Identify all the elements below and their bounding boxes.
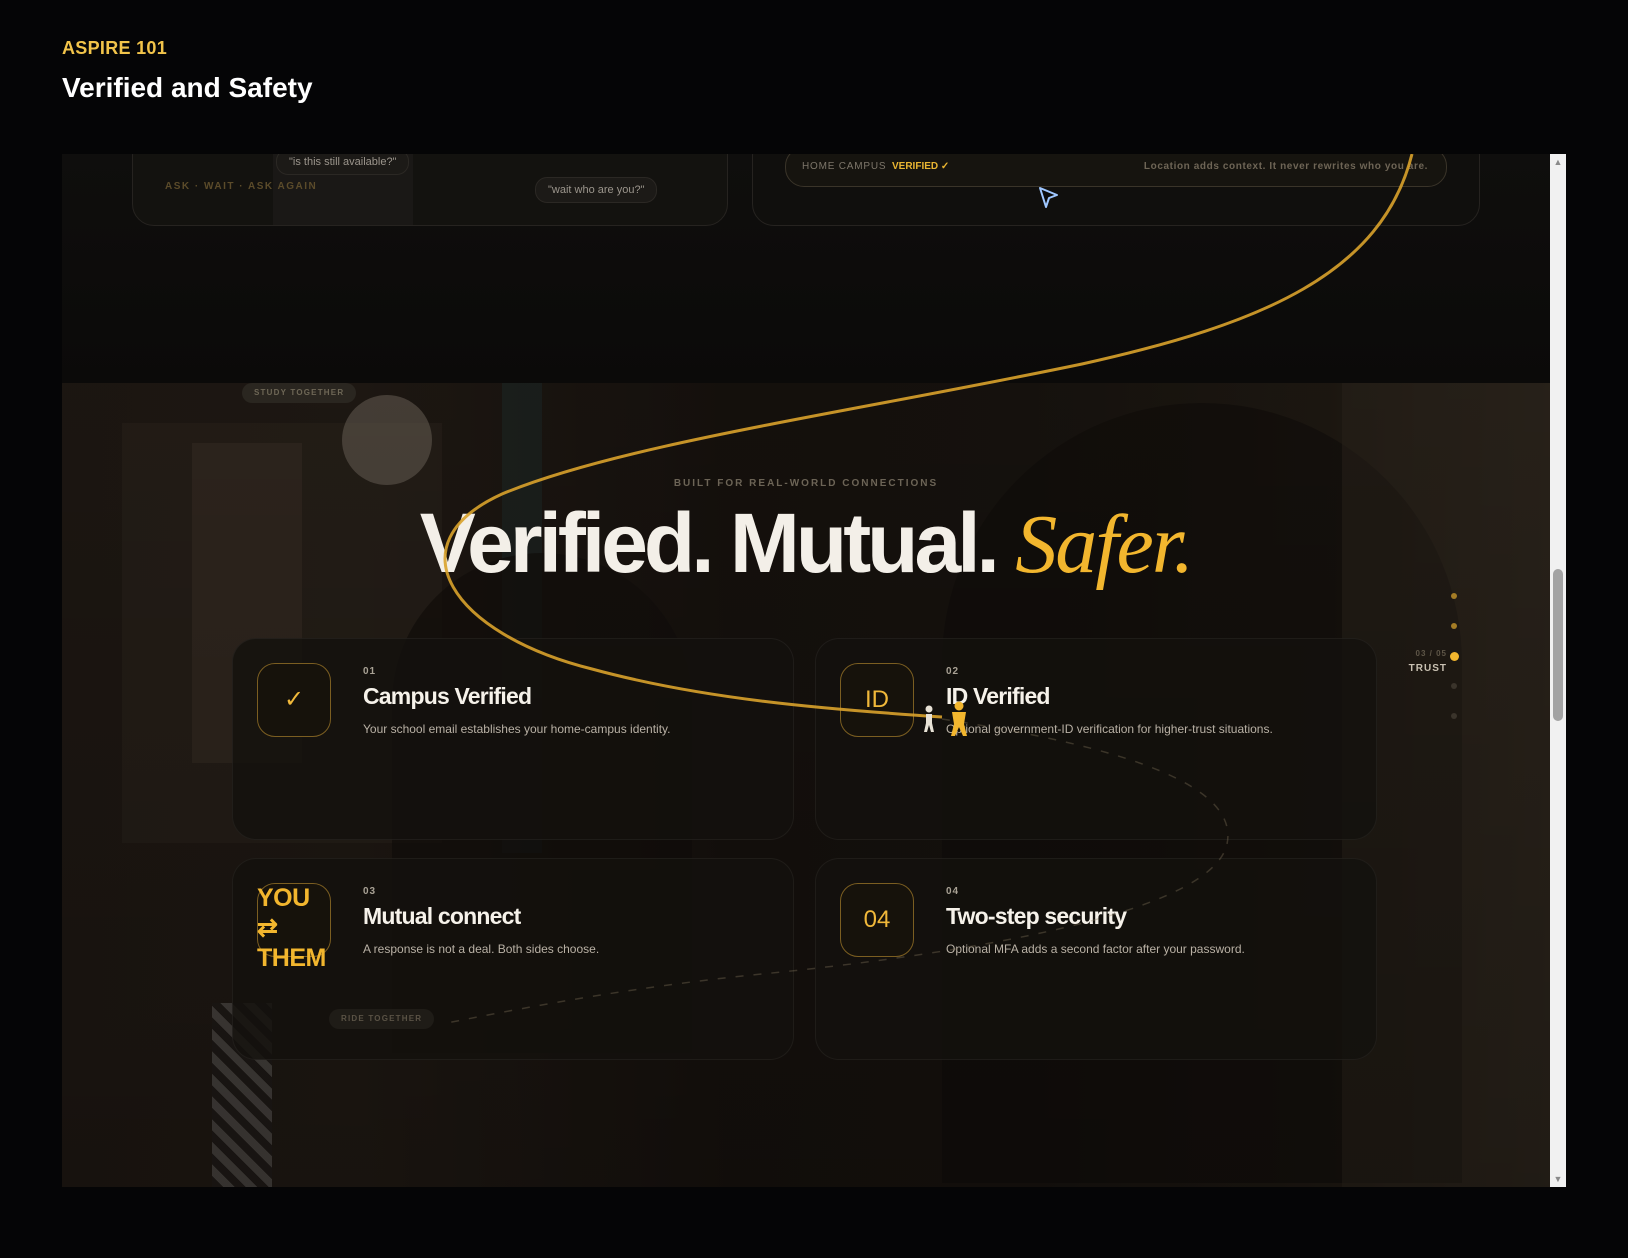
hero-section: STUDY TOGETHER BUILT FOR REAL-WORLD CONN… bbox=[62, 383, 1550, 1187]
chat-bubble: "wait who are you?" bbox=[535, 177, 658, 203]
scrollbar[interactable]: ▲ ▼ bbox=[1550, 154, 1566, 1187]
cursor-arrow-icon bbox=[1039, 187, 1058, 208]
feature-card-campus-verified[interactable]: ✓ 01 Campus Verified Your school email e… bbox=[232, 638, 794, 840]
you-them-line: THEM bbox=[257, 944, 326, 972]
swap-icon: ⇄ bbox=[257, 914, 278, 942]
section-dot[interactable] bbox=[1451, 683, 1457, 689]
you-them-icon: YOU ⇄ THEM bbox=[257, 883, 326, 973]
triangle-down-icon[interactable]: ▼ bbox=[1550, 1171, 1566, 1187]
feature-title: Two-step security bbox=[946, 903, 1127, 929]
browser-viewport[interactable]: "is this still available?" "wait who are… bbox=[62, 154, 1550, 1187]
headline-accent: Safer. bbox=[1015, 498, 1194, 591]
feature-description: A response is not a deal. Both sides cho… bbox=[363, 942, 600, 956]
chat-bubble: "is this still available?" bbox=[276, 154, 410, 175]
feature-card-id-verified[interactable]: ID 02 ID Verified Optional government-ID… bbox=[815, 638, 1377, 840]
study-together-tag: STUDY TOGETHER bbox=[242, 383, 357, 403]
feature-number: 03 bbox=[363, 886, 377, 897]
feature-title: Mutual connect bbox=[363, 903, 521, 929]
section-dot-active[interactable] bbox=[1449, 651, 1459, 661]
feature-number: 01 bbox=[363, 666, 377, 677]
campus-pill: HOME CAMPUS VERIFIED ✓ Location adds con… bbox=[785, 154, 1447, 187]
section-counter: 03 / 05 bbox=[1415, 649, 1447, 658]
campus-label: HOME CAMPUS bbox=[802, 161, 887, 172]
triangle-up-icon[interactable]: ▲ bbox=[1550, 154, 1566, 170]
ride-together-tag: RIDE TOGETHER bbox=[329, 1009, 435, 1029]
feature-card-two-step-security[interactable]: 04 04 Two-step security Optional MFA add… bbox=[815, 858, 1377, 1060]
page-title: Verified and Safety bbox=[62, 72, 313, 103]
section-label: TRUST bbox=[1408, 663, 1447, 674]
feature-title: ID Verified bbox=[946, 683, 1050, 709]
feature-card-mutual-connect[interactable]: YOU ⇄ THEM 03 Mutual connect A response … bbox=[232, 858, 794, 1060]
feature-number: 04 bbox=[946, 886, 960, 897]
check-icon: ✓ bbox=[257, 663, 331, 737]
section-dot[interactable] bbox=[1451, 593, 1457, 599]
section-dot[interactable] bbox=[1451, 713, 1457, 719]
campus-note: Location adds context. It never rewrites… bbox=[1143, 161, 1428, 172]
feature-title: Campus Verified bbox=[363, 683, 532, 709]
top-section: "is this still available?" "wait who are… bbox=[62, 154, 1550, 383]
hero-eyebrow: BUILT FOR REAL-WORLD CONNECTIONS bbox=[673, 478, 939, 489]
feature-description: Your school email establishes your home-… bbox=[363, 722, 671, 736]
feature-number: 02 bbox=[946, 666, 960, 677]
feature-description: Optional MFA adds a second factor after … bbox=[946, 942, 1245, 956]
id-card-icon: ID bbox=[840, 663, 914, 737]
headline-main: Verified. Mutual. bbox=[419, 496, 1000, 590]
feature-description: Optional government-ID verification for … bbox=[946, 722, 1273, 736]
scroll-thumb[interactable] bbox=[1553, 569, 1563, 721]
brand-label: ASPIRE 101 bbox=[62, 38, 168, 58]
number-04-icon: 04 bbox=[840, 883, 914, 957]
chat-caption: ASK · WAIT · ASK AGAIN bbox=[165, 181, 318, 192]
campus-verified-badge: VERIFIED ✓ bbox=[892, 161, 950, 172]
chat-card: "is this still available?" "wait who are… bbox=[132, 154, 728, 226]
section-dot[interactable] bbox=[1451, 623, 1457, 629]
you-them-line: YOU bbox=[257, 884, 310, 912]
hero-headline: Verified. Mutual. Safer. bbox=[62, 495, 1550, 593]
campus-card: HOME CAMPUS VERIFIED ✓ Location adds con… bbox=[752, 154, 1480, 226]
